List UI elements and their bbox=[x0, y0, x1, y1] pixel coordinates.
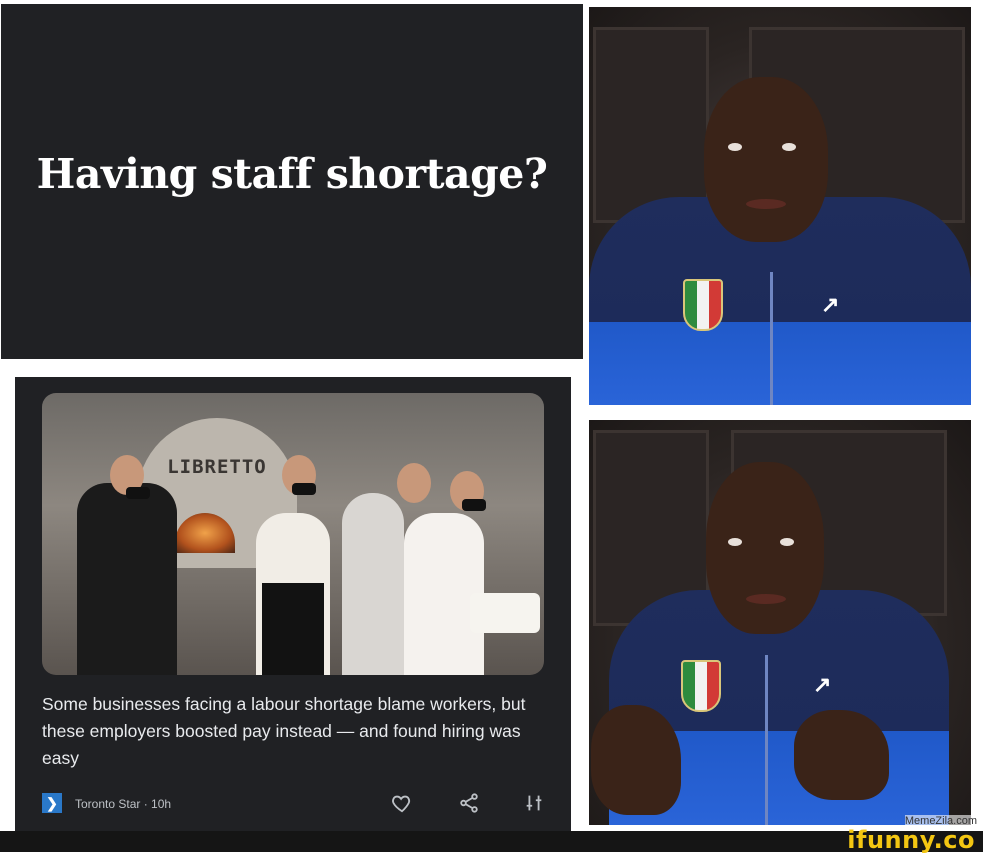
eye bbox=[780, 538, 794, 546]
eye bbox=[782, 143, 796, 151]
zipper bbox=[765, 655, 768, 825]
wall-panel bbox=[593, 27, 709, 223]
reaction-photo-bottom: ↗ bbox=[589, 420, 971, 825]
ifunny-watermark: ifunny.co bbox=[847, 826, 975, 854]
news-card[interactable]: LIBRETTO Some businesses facing a labour… bbox=[15, 377, 571, 831]
heart-icon[interactable] bbox=[389, 790, 415, 816]
news-source: Toronto Star · 10h bbox=[75, 797, 172, 811]
italy-crest-icon bbox=[683, 279, 723, 331]
news-photo[interactable]: LIBRETTO bbox=[42, 393, 544, 675]
puma-logo-icon: ↗ bbox=[813, 672, 832, 697]
person bbox=[342, 493, 404, 675]
news-footer: ❯ Toronto Star · 10h bbox=[42, 790, 547, 818]
eye bbox=[728, 143, 742, 151]
right-hand bbox=[794, 710, 889, 800]
left-hand bbox=[591, 705, 681, 815]
face-mask bbox=[126, 487, 150, 499]
eye bbox=[728, 538, 742, 546]
share-icon[interactable] bbox=[456, 790, 482, 816]
person-skirt bbox=[262, 583, 324, 675]
face-mask bbox=[292, 483, 316, 495]
italy-crest-icon bbox=[681, 660, 721, 712]
oven-fire bbox=[175, 513, 235, 553]
face-mask bbox=[462, 499, 486, 511]
zipper bbox=[770, 272, 773, 405]
face bbox=[706, 462, 824, 634]
caption-panel: Having staff shortage? bbox=[1, 4, 583, 359]
news-headline[interactable]: Some businesses facing a labour shortage… bbox=[42, 691, 547, 772]
caption-text: Having staff shortage? bbox=[36, 149, 548, 198]
puma-logo-icon: ↗ bbox=[821, 292, 840, 317]
person-head bbox=[397, 463, 431, 503]
reaction-photo-top: ↗ bbox=[589, 7, 971, 405]
face bbox=[704, 77, 828, 242]
oven-sign: LIBRETTO bbox=[167, 456, 267, 478]
toronto-star-logo-icon: ❯ bbox=[42, 793, 62, 813]
person bbox=[77, 483, 177, 675]
mouth bbox=[746, 199, 786, 209]
more-options-icon[interactable] bbox=[521, 790, 547, 816]
dough-tray bbox=[470, 593, 540, 633]
mouth bbox=[746, 594, 786, 604]
bottom-bar bbox=[0, 831, 983, 852]
